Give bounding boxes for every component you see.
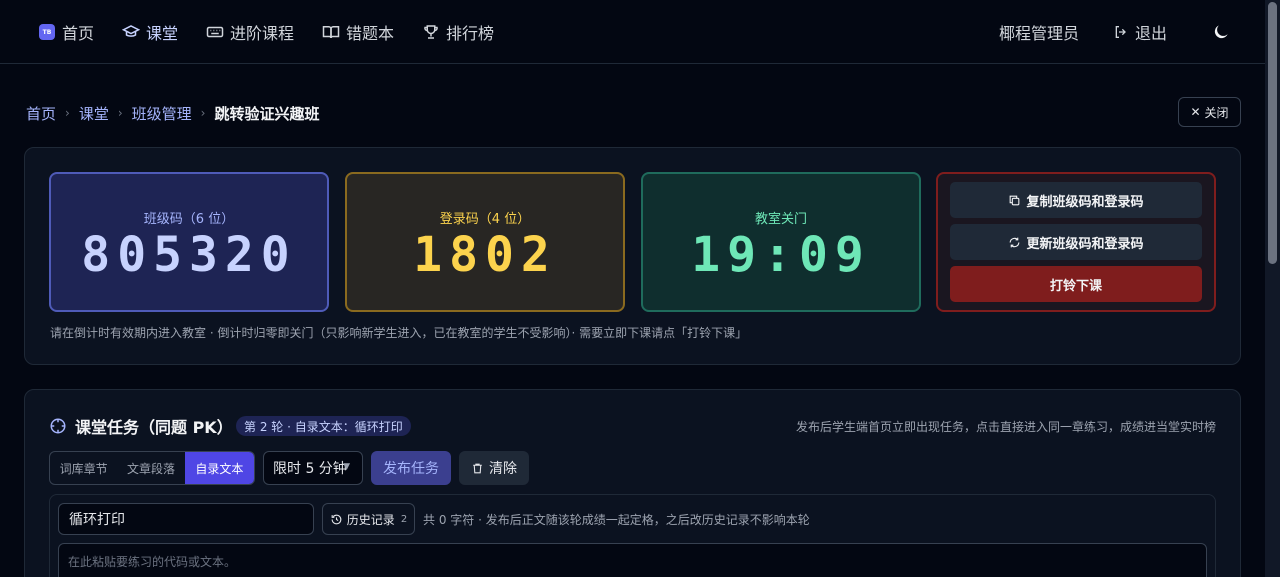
nav-advanced[interactable]: 进阶课程 bbox=[206, 20, 294, 44]
history-count: 2 bbox=[400, 513, 408, 525]
nav-home[interactable]: TB 首页 bbox=[38, 20, 94, 44]
chevron-right-icon: › bbox=[200, 106, 206, 120]
textarea-placeholder: 在此粘贴要练习的代码或文本。 bbox=[68, 555, 237, 569]
logout-label: 退出 bbox=[1135, 24, 1168, 43]
chevron-down-icon: ▼ bbox=[343, 462, 350, 472]
nav-leaderboard[interactable]: 排行榜 bbox=[422, 20, 494, 44]
nav-mistakes-label: 错题本 bbox=[346, 24, 395, 43]
nav-leaderboard-label: 排行榜 bbox=[446, 24, 495, 43]
task-title: 课堂任务（同题 PK） bbox=[49, 415, 233, 437]
mode-vocab-chapter[interactable]: 词库章节 bbox=[50, 452, 117, 484]
task-mode-selector: 词库章节 文章段落 自录文本 bbox=[49, 451, 255, 485]
classroom-actions: 复制班级码和登录码 更新班级码和登录码 打铃下课 bbox=[936, 172, 1216, 312]
graduation-cap-icon bbox=[122, 23, 140, 41]
top-nav: TB 首页 课堂 进阶课程 错题本 排行榜 椰程管理员 退出 bbox=[0, 0, 1265, 64]
user-name[interactable]: 椰程管理员 bbox=[999, 20, 1079, 44]
close-icon: ✕ bbox=[1190, 105, 1201, 119]
moon-icon bbox=[1211, 22, 1231, 42]
breadcrumb-current: 跳转验证兴趣班 bbox=[214, 104, 320, 123]
task-note: 发布后学生端首页立即出现任务，点击直接进入同一章练习，成绩进当堂实时榜 bbox=[795, 420, 1216, 434]
task-title-text: 课堂任务（同题 PK） bbox=[75, 418, 233, 437]
breadcrumb-home[interactable]: 首页 bbox=[26, 103, 56, 124]
login-code-value: 1802 bbox=[413, 227, 557, 283]
nav-classroom[interactable]: 课堂 bbox=[122, 20, 178, 44]
closing-time-card: 教室关门 19:09 bbox=[641, 172, 921, 312]
class-code-card: 班级码（6 位） 805320 bbox=[49, 172, 329, 312]
classroom-hint: 请在倒计时有效期内进入教室 · 倒计时归零即关门（只影响新学生进入，已在教室的学… bbox=[50, 326, 748, 340]
char-count-note: 共 0 字符 · 发布后正文随该轮成绩一起定格，之后改历史记录不影响本轮 bbox=[423, 513, 810, 527]
time-limit-select[interactable]: 限时 5 分钟 ▼ bbox=[263, 451, 363, 485]
time-limit-value: 限时 5 分钟 bbox=[273, 461, 347, 477]
nav-home-label: 首页 bbox=[62, 24, 95, 43]
close-label: 关闭 bbox=[1204, 105, 1229, 120]
close-button[interactable]: ✕ 关闭 bbox=[1178, 97, 1241, 127]
scrollbar-thumb[interactable] bbox=[1268, 2, 1277, 264]
trash-icon bbox=[471, 462, 484, 475]
crosshair-icon bbox=[49, 417, 67, 435]
logo-icon: TB bbox=[38, 23, 56, 41]
clear-button[interactable]: 清除 bbox=[459, 451, 529, 485]
breadcrumb-classroom[interactable]: 课堂 bbox=[79, 103, 109, 124]
history-icon bbox=[330, 513, 343, 526]
mode-custom-text[interactable]: 自录文本 bbox=[184, 452, 254, 484]
chevron-right-icon: › bbox=[117, 106, 123, 120]
refresh-codes-label: 更新班级码和登录码 bbox=[1026, 236, 1144, 252]
copy-codes-button[interactable]: 复制班级码和登录码 bbox=[950, 182, 1202, 218]
logout-icon bbox=[1113, 24, 1129, 40]
end-class-button[interactable]: 打铃下课 bbox=[950, 266, 1202, 302]
class-code-value: 805320 bbox=[81, 227, 297, 283]
publish-task-button[interactable]: 发布任务 bbox=[371, 451, 451, 485]
clear-label: 清除 bbox=[489, 461, 517, 477]
history-label: 历史记录 bbox=[346, 512, 395, 527]
nav-mistakes[interactable]: 错题本 bbox=[322, 20, 394, 44]
login-code-card: 登录码（4 位） 1802 bbox=[345, 172, 625, 312]
breadcrumb: 首页 › 课堂 › 班级管理 › 跳转验证兴趣班 bbox=[26, 102, 320, 124]
trophy-icon bbox=[422, 23, 440, 41]
history-button[interactable]: 历史记录 2 bbox=[322, 503, 415, 535]
logout-button[interactable]: 退出 bbox=[1113, 20, 1167, 44]
book-open-icon bbox=[322, 23, 340, 41]
breadcrumb-class-management[interactable]: 班级管理 bbox=[132, 103, 192, 124]
refresh-codes-button[interactable]: 更新班级码和登录码 bbox=[950, 224, 1202, 260]
closing-time-value: 19:09 bbox=[691, 227, 871, 283]
nav-advanced-label: 进阶课程 bbox=[230, 24, 295, 43]
round-badge: 第 2 轮 · 自录文本：循环打印 bbox=[236, 416, 411, 436]
closing-time-label: 教室关门 bbox=[754, 212, 807, 227]
nav-classroom-label: 课堂 bbox=[146, 24, 179, 43]
copy-codes-label: 复制班级码和登录码 bbox=[1026, 194, 1144, 210]
class-code-label: 班级码（6 位） bbox=[143, 212, 235, 227]
theme-toggle[interactable] bbox=[1211, 20, 1231, 44]
text-content-textarea[interactable]: 在此粘贴要练习的代码或文本。 bbox=[58, 543, 1207, 577]
keyboard-icon bbox=[206, 23, 224, 41]
chevron-right-icon: › bbox=[65, 106, 70, 120]
copy-icon bbox=[1008, 194, 1021, 207]
login-code-label: 登录码（4 位） bbox=[439, 212, 531, 227]
text-title-input[interactable]: 循环打印 bbox=[58, 503, 314, 535]
refresh-icon bbox=[1008, 236, 1021, 249]
mode-article-paragraph[interactable]: 文章段落 bbox=[117, 452, 184, 484]
